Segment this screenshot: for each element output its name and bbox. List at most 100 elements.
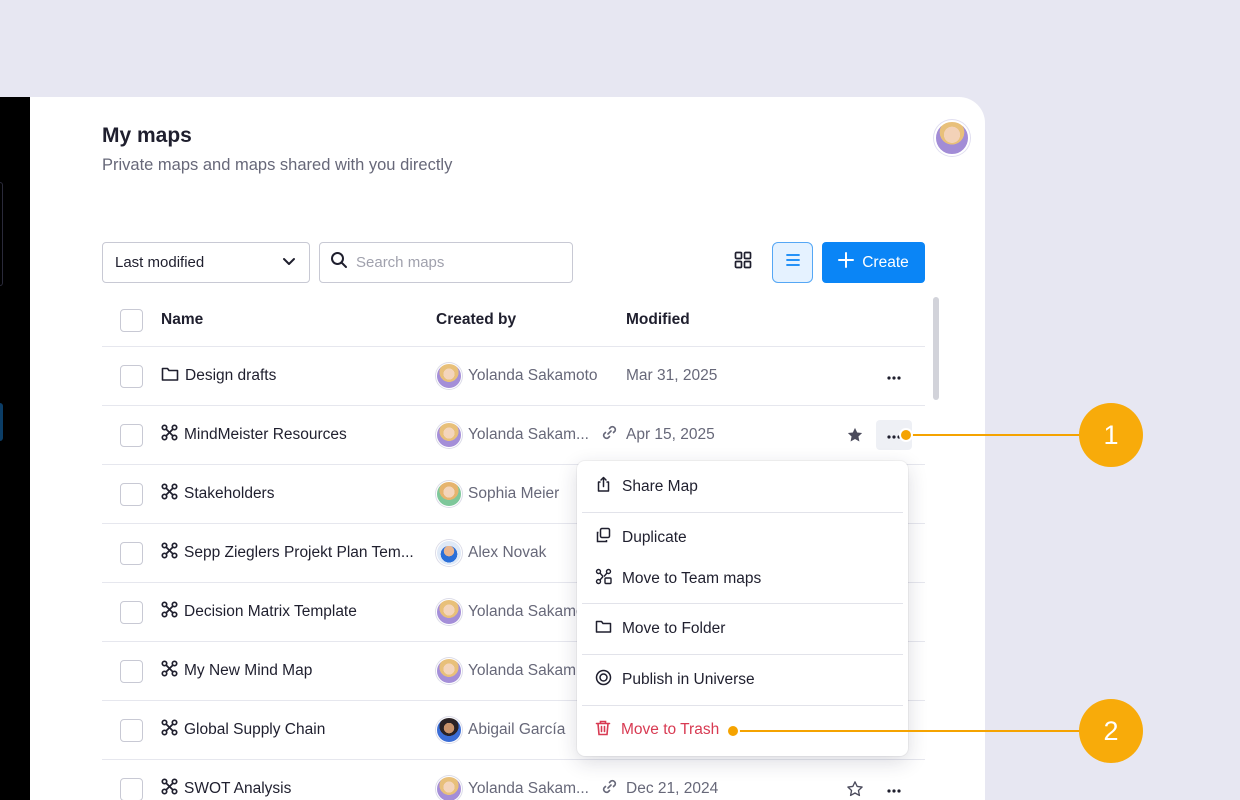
- more-options-button[interactable]: [876, 774, 912, 800]
- mind-map-icon: [161, 719, 178, 741]
- link-icon: [601, 778, 618, 800]
- sort-dropdown[interactable]: Last modified: [102, 242, 310, 283]
- row-checkbox[interactable]: [120, 777, 143, 800]
- map-name-cell[interactable]: Decision Matrix Template: [161, 601, 357, 623]
- table-row[interactable]: SWOT Analysis Yolanda Sakam... Dec 21, 202…: [102, 760, 925, 800]
- row-checkbox[interactable]: [120, 482, 143, 506]
- row-checkbox[interactable]: [120, 423, 143, 447]
- page-subtitle: Private maps and maps shared with you di…: [102, 156, 453, 174]
- menu-item-duplicate[interactable]: Duplicate: [577, 518, 908, 558]
- callout-dot-1: [899, 428, 913, 442]
- creator-name: Yolanda Sakamo: [468, 603, 585, 620]
- creator-name: Sophia Meier: [468, 485, 560, 502]
- map-name: SWOT Analysis: [184, 780, 292, 797]
- creator-cell: Yolanda Sakamo: [436, 599, 585, 625]
- map-name: Design drafts: [185, 367, 277, 384]
- more-options-button[interactable]: [876, 361, 912, 391]
- creator-name: Alex Novak: [468, 544, 547, 561]
- modified-date: Apr 15, 2025: [626, 426, 715, 443]
- map-name: Sepp Zieglers Projekt Plan Tem...: [184, 544, 414, 561]
- user-avatar[interactable]: [934, 120, 970, 156]
- modified-date: Dec 21, 2024: [626, 780, 719, 797]
- callout-badge-1: 1: [1079, 403, 1143, 467]
- mind-map-icon: [161, 778, 178, 800]
- menu-divider: [582, 512, 903, 513]
- column-header-name[interactable]: Name: [161, 311, 203, 329]
- search-input[interactable]: [356, 254, 556, 271]
- grid-view-button[interactable]: [727, 246, 759, 278]
- map-name: Stakeholders: [184, 485, 275, 502]
- context-menu: Share Map Duplicate Move to Team maps Mo…: [577, 461, 908, 756]
- menu-divider: [582, 705, 903, 706]
- select-all-checkbox[interactable]: [120, 308, 143, 332]
- map-name-cell[interactable]: Global Supply Chain: [161, 719, 325, 741]
- row-checkbox[interactable]: [120, 659, 143, 683]
- table-row[interactable]: MindMeister Resources Yolanda Sakam... Apr…: [102, 406, 925, 465]
- callout-line-2: [733, 730, 1083, 732]
- creator-name: Yolanda Sakam...: [468, 426, 589, 443]
- menu-item-label: Share Map: [622, 478, 698, 495]
- row-checkbox[interactable]: [120, 541, 143, 565]
- duplicate-icon: [595, 527, 612, 549]
- search-icon: [330, 251, 348, 274]
- map-name-cell[interactable]: My New Mind Map: [161, 660, 312, 682]
- menu-item-label: Move to Folder: [622, 620, 726, 637]
- creator-name: Yolanda Sakam...: [468, 662, 589, 679]
- star-outline-icon[interactable]: [845, 779, 865, 799]
- sidebar-active-indicator: [0, 403, 3, 441]
- universe-icon: [595, 669, 612, 691]
- mind-map-icon: [161, 660, 178, 682]
- list-view-button[interactable]: [772, 242, 813, 283]
- menu-item-label: Move to Team maps: [622, 570, 762, 587]
- sidebar-ghost-panel: [0, 182, 3, 286]
- folder-icon: [161, 366, 179, 387]
- mind-map-icon: [161, 424, 178, 446]
- creator-avatar: [436, 717, 462, 743]
- table-header: Name Created by Modified: [102, 294, 925, 347]
- team-maps-icon: [595, 568, 612, 590]
- column-header-created-by[interactable]: Created by: [436, 311, 516, 329]
- creator-cell: Abigail García: [436, 717, 565, 743]
- star-filled-icon[interactable]: [845, 425, 865, 445]
- share-icon: [595, 476, 612, 498]
- more-horizontal-icon: [887, 780, 901, 798]
- create-button[interactable]: Create: [822, 242, 925, 283]
- map-name-cell[interactable]: Stakeholders: [161, 483, 274, 505]
- menu-divider: [582, 603, 903, 604]
- creator-cell: Sophia Meier: [436, 481, 559, 507]
- callout-line-1: [906, 434, 1082, 436]
- menu-item-publish-in-universe[interactable]: Publish in Universe: [577, 660, 908, 700]
- map-name-cell[interactable]: SWOT Analysis: [161, 778, 291, 800]
- page-title: My maps: [102, 124, 192, 147]
- list-icon: [785, 253, 801, 272]
- menu-item-move-to-team-maps[interactable]: Move to Team maps: [577, 559, 908, 599]
- creator-cell: Yolanda Sakam...: [436, 776, 618, 800]
- creator-avatar: [436, 540, 462, 566]
- mind-map-icon: [161, 483, 178, 505]
- creator-avatar: [436, 658, 462, 684]
- map-name-cell[interactable]: MindMeister Resources: [161, 424, 347, 446]
- plus-icon: [838, 252, 855, 273]
- creator-name: Abigail García: [468, 721, 566, 738]
- search-field[interactable]: [319, 242, 573, 283]
- row-checkbox[interactable]: [120, 600, 143, 624]
- column-header-modified[interactable]: Modified: [626, 311, 690, 329]
- map-name-cell[interactable]: Design drafts: [161, 366, 276, 387]
- row-checkbox[interactable]: [120, 364, 143, 388]
- scrollbar[interactable]: [933, 297, 939, 400]
- creator-avatar: [436, 422, 462, 448]
- create-button-label: Create: [862, 253, 909, 271]
- menu-item-label: Publish in Universe: [622, 671, 755, 688]
- mind-map-icon: [161, 542, 178, 564]
- creator-cell: Yolanda Sakam...: [436, 658, 589, 684]
- menu-item-move-to-folder[interactable]: Move to Folder: [577, 609, 908, 649]
- grid-icon: [734, 251, 752, 274]
- menu-item-share-map[interactable]: Share Map: [577, 467, 908, 507]
- more-horizontal-icon: [887, 367, 901, 385]
- menu-item-label: Duplicate: [622, 529, 687, 546]
- row-checkbox[interactable]: [120, 718, 143, 742]
- creator-name: Yolanda Sakamoto: [468, 367, 598, 384]
- map-name-cell[interactable]: Sepp Zieglers Projekt Plan Tem...: [161, 542, 414, 564]
- map-name: MindMeister Resources: [184, 426, 347, 443]
- table-row[interactable]: Design drafts Yolanda Sakamoto Mar 31, 202…: [102, 347, 925, 406]
